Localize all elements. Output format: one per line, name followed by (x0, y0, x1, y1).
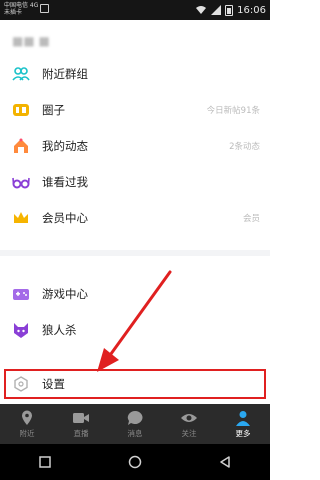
menu-item-label: 谁看过我 (42, 175, 88, 189)
person-icon (236, 410, 250, 426)
eye-icon (181, 413, 197, 422)
settings-label: 设置 (42, 377, 65, 391)
status-bar: 中国电信 4G 未插卡 16:06 (0, 0, 270, 20)
menu-item-my-moments[interactable]: 我的动态 2条动态 (0, 128, 270, 164)
group-icon (12, 67, 30, 81)
tab-following[interactable]: 关注 (162, 404, 216, 444)
carrier-name: 中国电信 4G (4, 2, 39, 9)
clock: 16:06 (237, 4, 266, 16)
menu-item-settings[interactable]: 设置 (0, 366, 270, 402)
moments-count-hint: 2条动态 (229, 142, 260, 152)
tab-label: 附近 (19, 428, 35, 438)
game-icon (13, 289, 29, 300)
square-icon (39, 456, 51, 468)
recent-apps-button[interactable] (35, 452, 55, 472)
signal-icon (211, 5, 222, 15)
menu-item-nearby-groups[interactable]: 附近群组 (0, 56, 270, 92)
tab-live[interactable]: 直播 (54, 404, 108, 444)
menu-item-who-viewed-me[interactable]: 谁看过我 (0, 164, 270, 200)
menu-item-label: 附近群组 (42, 67, 88, 81)
glasses-icon (12, 177, 30, 189)
home-button[interactable] (125, 452, 145, 472)
sim-status: 未插卡 (4, 9, 23, 16)
menu-item-werewolf[interactable]: 狼人杀 (0, 312, 270, 348)
battery-icon (225, 4, 234, 16)
hexagon-settings-icon (14, 376, 28, 392)
menu-item-label: 游戏中心 (42, 287, 88, 301)
bottom-tab-bar: 附近 直播 消息 关注 更多 (0, 404, 270, 444)
tab-nearby[interactable]: 附近 (0, 404, 54, 444)
menu-item-label: 我的动态 (42, 139, 88, 153)
menu-item-label: 会员中心 (42, 211, 88, 225)
section-divider (0, 250, 270, 256)
tab-more[interactable]: 更多 (216, 404, 270, 444)
menu-item-circles[interactable]: 圈子 今日新帖91条 (0, 92, 270, 128)
menu-item-label: 圈子 (42, 103, 65, 117)
tab-label: 关注 (181, 428, 197, 438)
wifi-icon (196, 6, 207, 14)
crown-icon (14, 212, 28, 223)
tab-label: 更多 (235, 428, 251, 438)
tab-label: 消息 (127, 428, 143, 438)
video-camera-icon (73, 412, 89, 423)
system-nav-bar (0, 444, 270, 480)
tab-messages[interactable]: 消息 (108, 404, 162, 444)
circle-chat-icon (13, 104, 29, 116)
vip-status-hint: 会员 (242, 214, 260, 224)
menu-item-vip-center[interactable]: 会员中心 会员 (0, 200, 270, 236)
carrier-info: 中国电信 4G 未插卡 (4, 2, 38, 16)
triangle-back-icon (220, 456, 230, 468)
circle-icon (128, 455, 142, 469)
gallery-notification-icon (40, 4, 49, 13)
menu-item-game-center[interactable]: 游戏中心 (0, 276, 270, 312)
chat-bubble-icon (127, 410, 143, 425)
location-pin-icon (22, 410, 32, 425)
blurred-username: ■■ ■ (12, 34, 50, 48)
tab-label: 直播 (73, 428, 89, 438)
menu-item-label: 狼人杀 (42, 323, 77, 337)
moments-icon (14, 138, 28, 153)
new-posts-hint: 今日新帖91条 (206, 106, 260, 116)
back-button[interactable] (215, 452, 235, 472)
wolf-icon (14, 323, 28, 338)
